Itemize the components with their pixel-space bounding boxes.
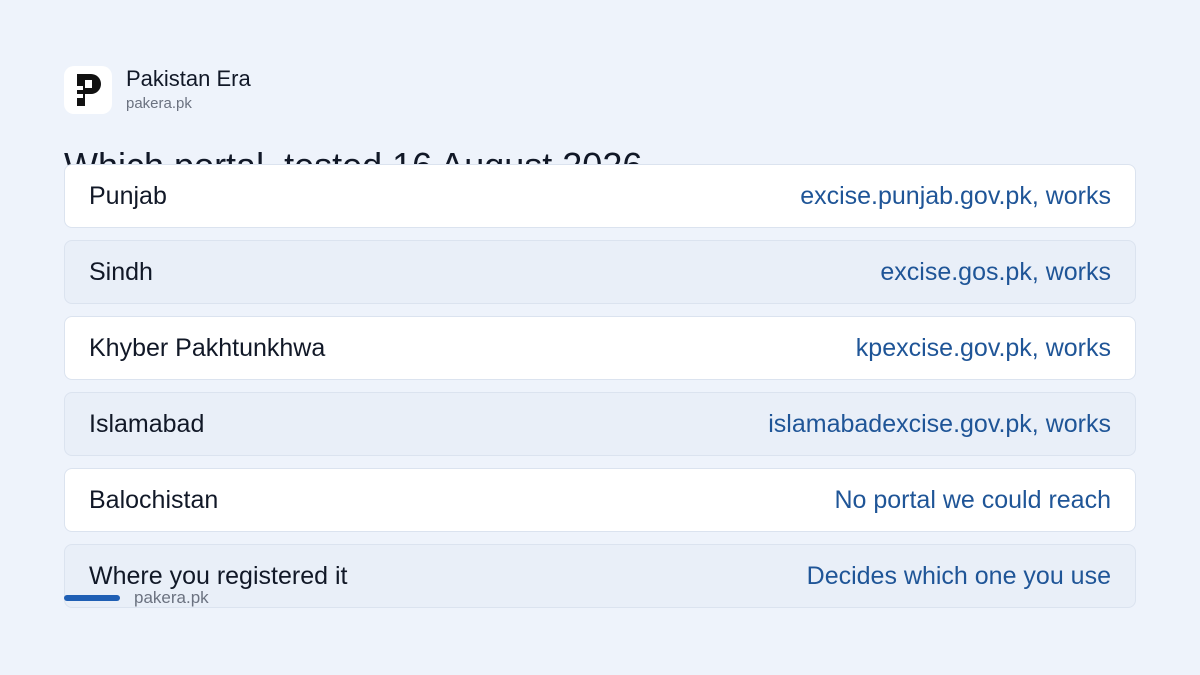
- list-item: Sindh excise.gos.pk, works: [64, 240, 1136, 304]
- brand-name: Pakistan Era: [126, 66, 251, 91]
- list-item: Khyber Pakhtunkhwa kpexcise.gov.pk, work…: [64, 316, 1136, 380]
- row-label: Balochistan: [89, 485, 219, 514]
- row-value: kpexcise.gov.pk, works: [855, 333, 1111, 362]
- row-value: excise.gos.pk, works: [880, 257, 1111, 286]
- row-label: Punjab: [89, 181, 167, 210]
- row-value: excise.punjab.gov.pk, works: [800, 181, 1111, 210]
- row-label: Khyber Pakhtunkhwa: [89, 333, 326, 362]
- portal-list: Punjab excise.punjab.gov.pk, works Sindh…: [64, 164, 1136, 620]
- list-item: Punjab excise.punjab.gov.pk, works: [64, 164, 1136, 228]
- row-label: Islamabad: [89, 409, 205, 438]
- list-item: Islamabad islamabadexcise.gov.pk, works: [64, 392, 1136, 456]
- row-label: Sindh: [89, 257, 153, 286]
- accent-bar: [64, 595, 120, 601]
- row-value: Decides which one you use: [806, 561, 1111, 590]
- footer-url: pakera.pk: [134, 588, 209, 607]
- footer: pakera.pk: [64, 588, 209, 608]
- pakera-logo-icon: [64, 66, 112, 114]
- list-item: Balochistan No portal we could reach: [64, 468, 1136, 532]
- row-label: Where you registered it: [89, 561, 348, 590]
- brand-url: pakera.pk: [126, 95, 192, 112]
- row-value: No portal we could reach: [834, 485, 1111, 514]
- brand-header: Pakistan Era pakera.pk: [64, 66, 251, 114]
- list-item: Where you registered it Decides which on…: [64, 544, 1136, 608]
- row-value: islamabadexcise.gov.pk, works: [768, 409, 1111, 438]
